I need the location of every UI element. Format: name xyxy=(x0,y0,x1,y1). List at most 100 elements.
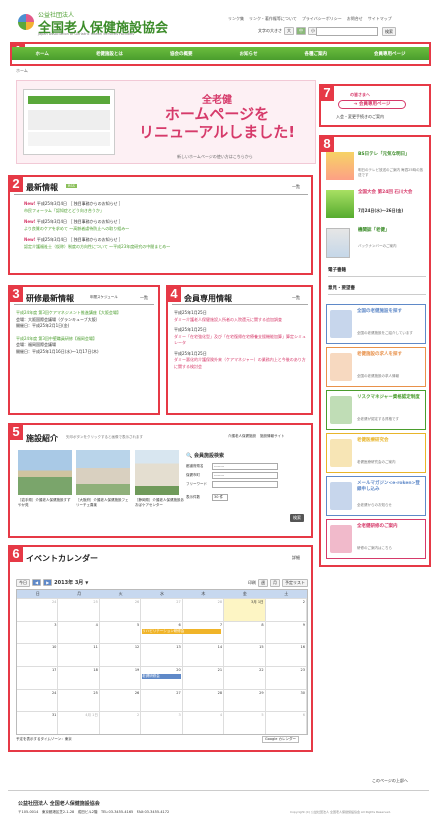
month-dropdown-icon[interactable]: ▼ xyxy=(85,580,88,585)
members-link[interactable]: ダミー悪化的介護保険外来（ケアマネジャー）の業務内上と今後のあり方に関する検討会 xyxy=(174,357,306,370)
facility-photo[interactable] xyxy=(18,450,72,495)
view-month-tab[interactable]: 月 xyxy=(270,578,280,587)
sidebar-item-convention[interactable]: 全国大会 第24回 石川大会 7月24日(水)〜26日(金) xyxy=(326,190,426,222)
calendar-day[interactable]: 11 xyxy=(58,643,100,666)
calendar-day[interactable]: 5 xyxy=(99,620,142,644)
training-item[interactable]: 平成24年度 第3回中堅職員研修【福岡会場】 会場：福岡国際会議場 開催日：平成… xyxy=(16,336,154,356)
top-link[interactable]: リンク・著作権等について xyxy=(249,16,297,22)
calendar-day[interactable]: 4 xyxy=(58,620,100,644)
count-select[interactable]: 30 件 xyxy=(212,494,228,501)
calendar-day[interactable]: 10 xyxy=(17,643,59,666)
nav-item-association[interactable]: 協会の概要 xyxy=(170,51,193,57)
news-link[interactable]: 認定介護福祉士（仮称）制度の方向性について 〜平成23年度研究の中間まとめ〜 xyxy=(24,244,170,249)
tab-facility-info[interactable]: 施設情報サイト xyxy=(260,434,285,439)
news-item[interactable]: New! 平成25年3月4日 ［ 独目事務からのお知らせ ］ 認定介護福祉士（仮… xyxy=(24,236,308,250)
calendar-day[interactable]: 31 xyxy=(17,711,59,734)
calendar-day[interactable]: 4月 1日 xyxy=(58,711,100,734)
join-info-link[interactable]: 入会・変更手続きのご案内 xyxy=(336,114,384,120)
top-link[interactable]: リンク集 xyxy=(228,16,244,22)
members-item[interactable]: 平成25年1月25日 ダミー介護老人保健施設入所者の入院還元に関する追加調査 xyxy=(174,310,306,323)
news-item[interactable]: New! 平成25年3月4日 ［ 独目事務からのお知らせ ］ より良質のケアを求… xyxy=(24,218,308,232)
news-item[interactable]: New! 平成25年3月4日 ［ 独目事務からのお知らせ ］ 市民フォーラム「認… xyxy=(24,200,308,214)
logo[interactable]: 公益社団法人 全国老人保健施設協会 Japan Association of G… xyxy=(18,10,198,40)
renewal-banner[interactable]: 全老健 ホームページを リニューアルしました! 新しいホームページの使い方はこち… xyxy=(16,80,316,164)
sidebar-box[interactable]: 老健医療研究会 老健医療研究会のご案内 xyxy=(326,433,426,473)
calendar-day[interactable]: 30 xyxy=(265,688,307,712)
calendar-day[interactable]: 6 xyxy=(265,711,307,734)
prefecture-select[interactable]: -------- xyxy=(212,463,278,470)
tab-facility[interactable]: 介護老人保健施設 xyxy=(228,434,256,439)
facility-search-button[interactable]: 検索 xyxy=(290,514,304,522)
members-item[interactable]: 平成25年1月25日 ダミー悪化的介護保険外来（ケアマネジャー）の業務内上と今後… xyxy=(174,351,306,371)
sidebar-item-tv[interactable]: BS日テレ「元気な明日」 明日のテレビ放送のご案内 毎週25時の放送です xyxy=(326,152,426,184)
calendar-day[interactable]: 3月 1日 xyxy=(224,598,266,621)
calendar-day[interactable]: 22 xyxy=(224,665,266,689)
calendar-day[interactable]: 23 xyxy=(265,665,307,689)
news-link[interactable]: 市民フォーラム「認知症とどう向き合うか」 xyxy=(24,208,104,213)
ebook-link[interactable]: 電子書籍 xyxy=(328,267,426,277)
sidebar-box[interactable]: メールマガジン<e-roken>登録申し込み 全老健からのお知らせ xyxy=(326,476,426,516)
news-all-link[interactable]: 一覧 xyxy=(292,184,300,190)
training-all-link[interactable]: 一覧 xyxy=(140,295,148,301)
calendar-day[interactable]: 26 xyxy=(99,598,142,621)
news-link[interactable]: より良質のケアを求めて 〜高齢者虐待防止への取り組み〜 xyxy=(24,226,129,231)
training-schedule-link[interactable]: 年間スケジュール xyxy=(90,295,118,300)
calendar-day[interactable]: 8 xyxy=(224,620,266,644)
google-calendar-badge[interactable]: Google カレンダー xyxy=(262,736,299,743)
nav-item-home[interactable]: ホーム xyxy=(36,51,49,57)
city-select[interactable]: -------- xyxy=(212,472,278,479)
calendar-day[interactable]: 19 xyxy=(99,665,142,689)
calendar-day[interactable]: 17 xyxy=(17,665,59,689)
opinions-link[interactable]: 意見・要望書 xyxy=(328,285,426,295)
calendar-day[interactable]: 27 xyxy=(141,688,183,712)
font-size-large-button[interactable]: 大 xyxy=(284,27,294,35)
nav-item-guides[interactable]: 各種ご案内 xyxy=(305,51,328,57)
banner-caption[interactable]: 新しいホームページの使い方はこちらから xyxy=(177,154,253,160)
top-link[interactable]: サイトマップ xyxy=(368,16,392,22)
calendar-day[interactable]: 4 xyxy=(182,711,225,734)
calendar-day[interactable]: 2 xyxy=(265,598,307,621)
top-link[interactable]: お問合せ xyxy=(347,16,363,22)
nav-item-news[interactable]: お知らせ xyxy=(240,51,258,57)
calendar-day[interactable]: 28 xyxy=(182,688,225,712)
nav-item-members[interactable]: 会員専用ページ xyxy=(374,51,405,57)
facility-caption[interactable]: ［岩手県］介護老人保健施設すずやか苑 xyxy=(18,498,72,508)
breadcrumb[interactable]: ホーム xyxy=(16,68,28,74)
facility-caption[interactable]: ［大阪府］介護老人保健施設フェリーチェ喜楽 xyxy=(76,498,130,508)
calendar-day[interactable]: 3 xyxy=(141,711,183,734)
members-all-link[interactable]: 一覧 xyxy=(292,295,300,301)
sidebar-box[interactable]: 全老健研修のご案内 研修のご案内はこちら xyxy=(326,519,426,559)
calendar-day[interactable]: 12 xyxy=(99,643,142,666)
calendar-day[interactable]: 20 老健研修会 xyxy=(141,665,183,689)
calendar-day[interactable]: 15 xyxy=(224,643,266,666)
print-link[interactable]: 印刷 xyxy=(248,580,256,586)
freeword-input[interactable] xyxy=(212,481,278,488)
calendar-detail-link[interactable]: 詳細 xyxy=(292,555,300,561)
today-button[interactable]: 今日 xyxy=(16,578,30,587)
page-top-link[interactable]: このページの上部へ xyxy=(372,778,408,784)
top-link[interactable]: プライバシーポリシー xyxy=(302,16,342,22)
calendar-day[interactable]: 16 xyxy=(265,643,307,666)
calendar-day[interactable]: 14 xyxy=(182,643,225,666)
calendar-day[interactable]: 25 xyxy=(58,688,100,712)
facility-photo[interactable] xyxy=(76,450,130,495)
next-month-button[interactable]: ▶ xyxy=(43,579,53,586)
calendar-day[interactable]: 3 xyxy=(17,620,59,644)
facility-photo[interactable] xyxy=(135,450,179,495)
nav-item-about[interactable]: 老健施設とは xyxy=(96,51,123,57)
calendar-day[interactable]: 2 xyxy=(99,711,142,734)
member-page-button[interactable]: ➔ 会員専用ページ xyxy=(338,100,406,109)
font-size-medium-button[interactable]: 中 xyxy=(296,27,306,35)
calendar-day[interactable]: 5 xyxy=(224,711,266,734)
search-button[interactable]: 検索 xyxy=(382,27,396,36)
calendar-event[interactable]: 老健研修会 xyxy=(142,673,181,679)
calendar-event[interactable]: リハビリテーション研修会 xyxy=(142,628,222,634)
members-link[interactable]: ダミー介護老人保健施設入所者の入院還元に関する追加調査 xyxy=(174,317,306,324)
calendar-day[interactable]: 24 xyxy=(17,688,59,712)
calendar-day[interactable]: 25 xyxy=(58,598,100,621)
sidebar-item-journal[interactable]: 機関誌「老健」 バックナンバーのご案内 xyxy=(326,228,426,260)
sidebar-box[interactable]: 老健施設の求人を探す 全国の老健施設の求人情報 xyxy=(326,347,426,387)
calendar-day[interactable]: 27 xyxy=(141,598,183,621)
view-list-tab[interactable]: 予定リスト xyxy=(282,578,308,587)
members-link[interactable]: ダミー「在宅強化型」及び「在宅復帰在宅療養支援機能加算」算定シミュレータ xyxy=(174,334,306,347)
